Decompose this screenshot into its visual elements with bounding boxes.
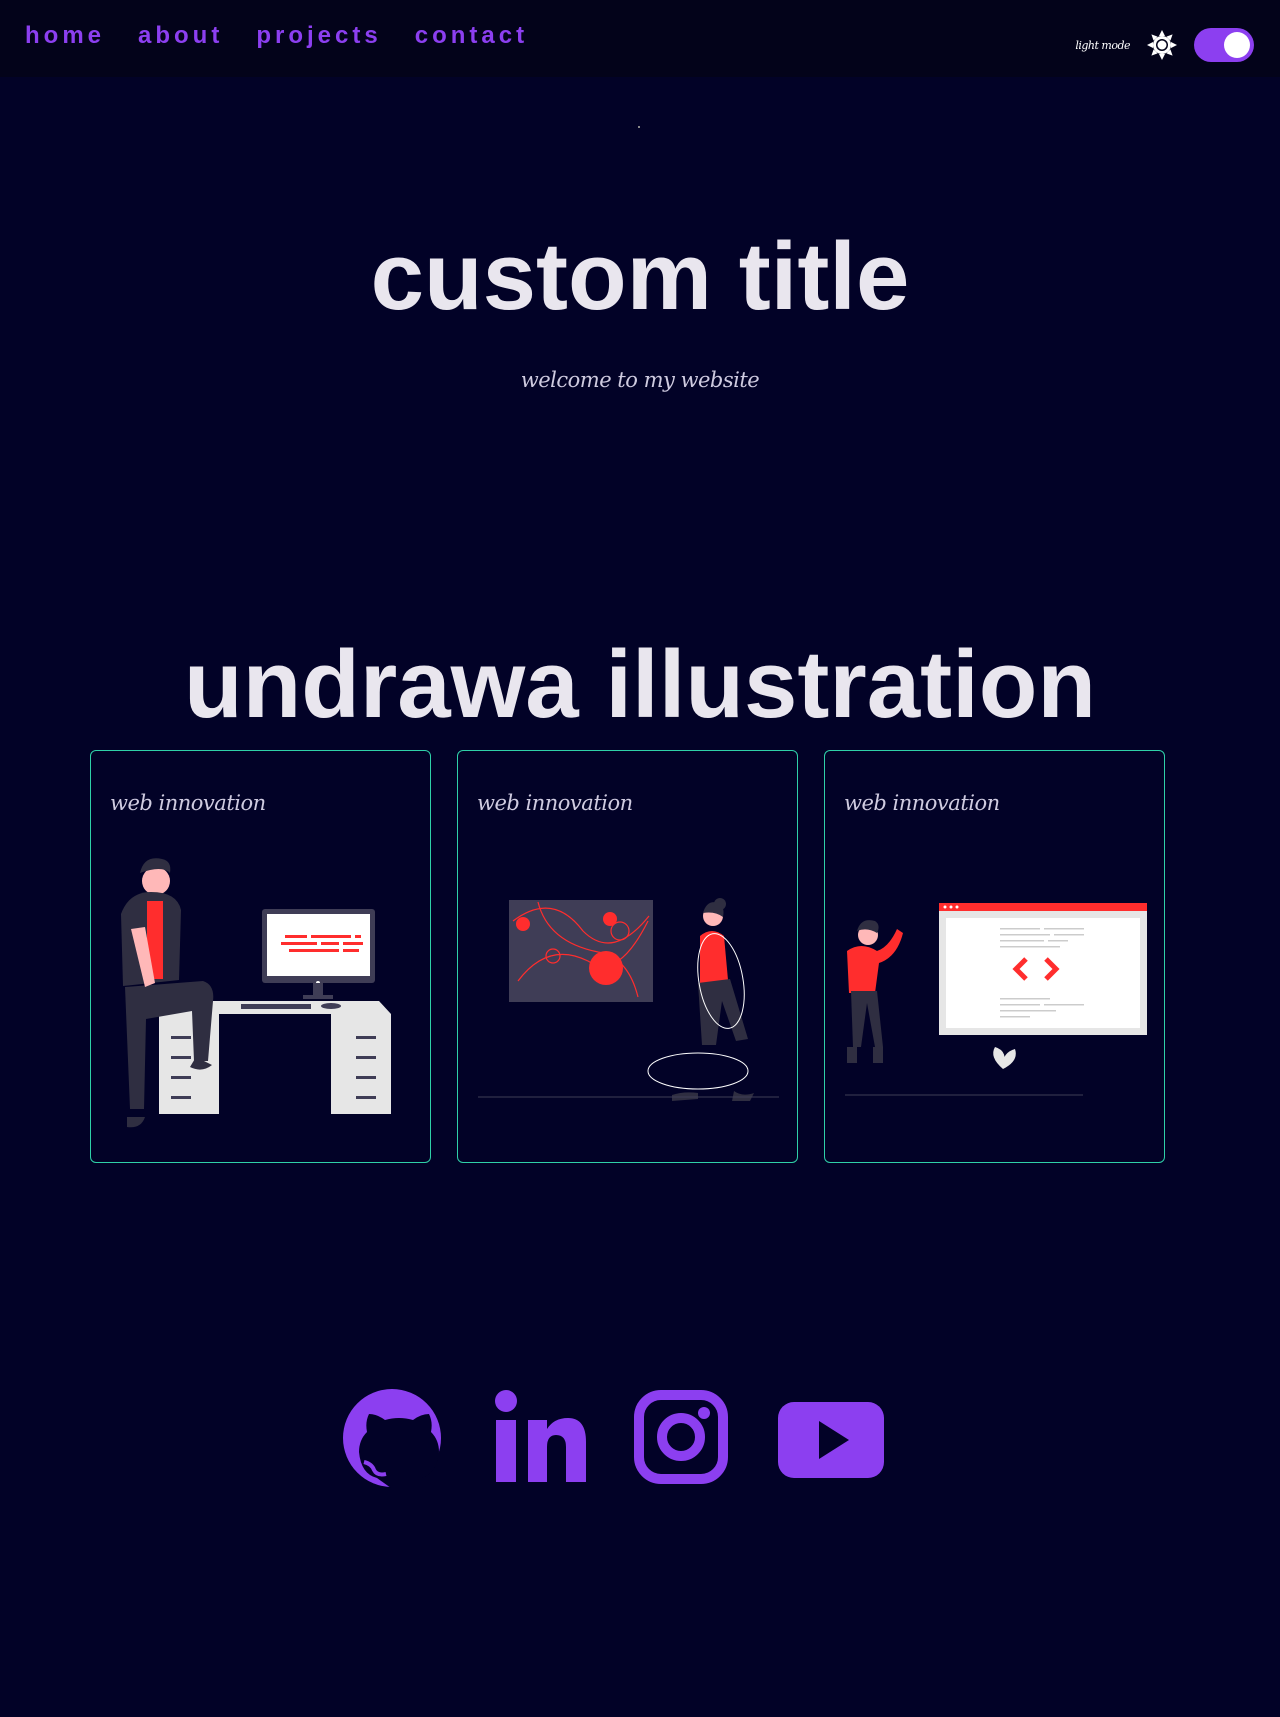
nav-about-link[interactable]: about xyxy=(138,22,223,50)
woman-walking-illustration xyxy=(478,898,779,1101)
theme-mode-label: light mode xyxy=(1075,38,1130,52)
illustration-card-3: web innovation xyxy=(824,750,1165,1163)
main-nav: home about projects contact xyxy=(25,22,561,50)
social-links xyxy=(340,1388,900,1488)
nav-contact-link[interactable]: contact xyxy=(415,22,528,50)
instagram-icon[interactable] xyxy=(632,1388,732,1488)
theme-toggle-switch[interactable] xyxy=(1194,28,1254,62)
linkedin-icon[interactable] xyxy=(486,1388,586,1488)
github-icon[interactable] xyxy=(342,1388,442,1488)
sun-icon xyxy=(1147,30,1177,60)
hero-subtitle: welcome to my website xyxy=(520,368,760,392)
decorative-dot xyxy=(638,126,640,128)
toggle-knob xyxy=(1224,32,1250,58)
person-at-desk-illustration xyxy=(121,858,391,1128)
theme-switcher: light mode xyxy=(1075,28,1254,62)
nav-home-link[interactable]: home xyxy=(25,22,105,50)
nav-projects-link[interactable]: projects xyxy=(256,22,381,50)
hero-title: custom title xyxy=(370,223,910,330)
woman-with-browser-illustration xyxy=(845,903,1147,1096)
illustration-card-1: web innovation xyxy=(90,750,431,1163)
youtube-icon[interactable] xyxy=(777,1388,885,1488)
illustrations-section-title: undrawa illustration xyxy=(183,631,1097,738)
illustration-card-2: web innovation xyxy=(457,750,798,1163)
top-navbar: home about projects contact light mode xyxy=(0,0,1280,77)
